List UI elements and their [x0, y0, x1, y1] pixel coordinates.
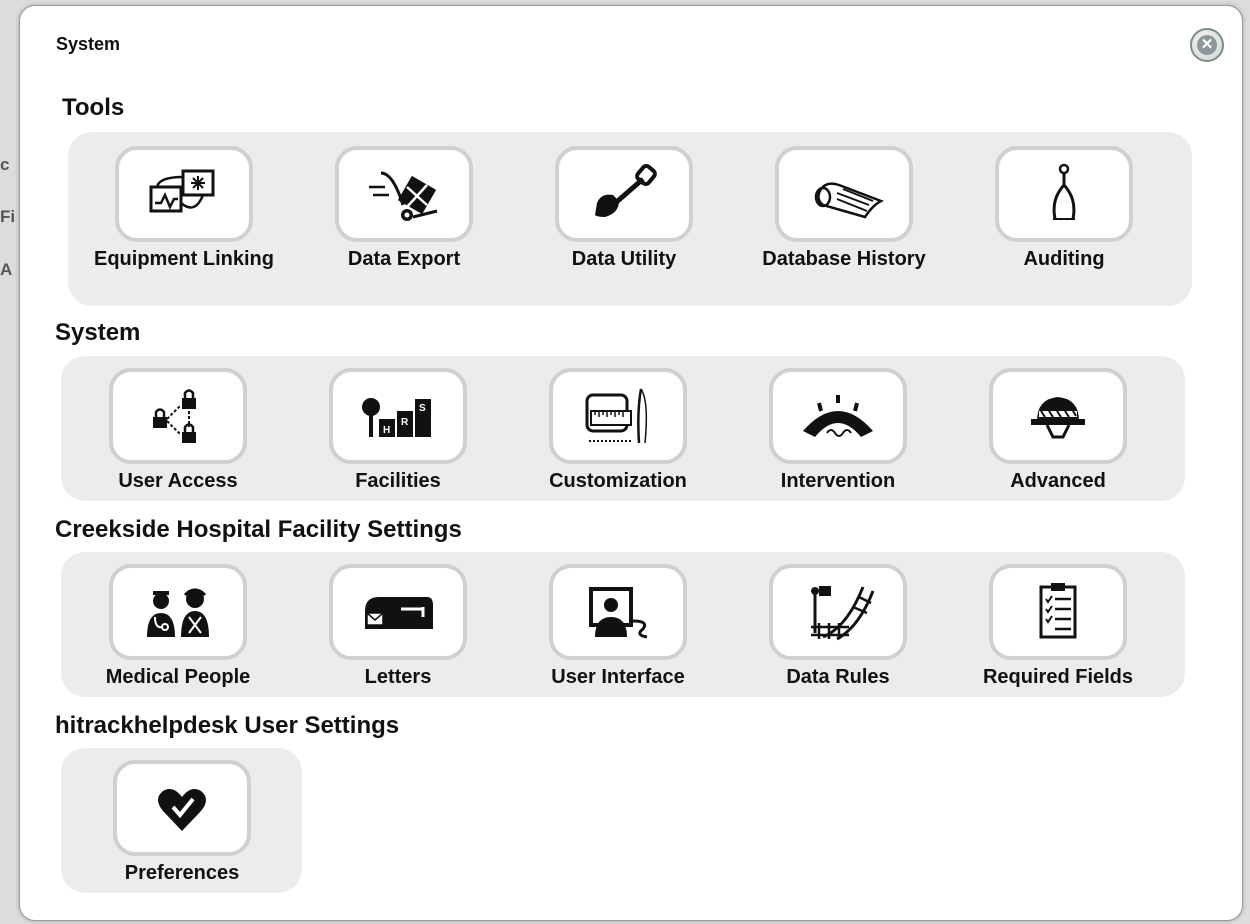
system-dialog: System ✕ Tools Equipment Linking Data Ex… — [19, 5, 1243, 921]
tile-data-utility[interactable]: Data Utility — [514, 146, 734, 286]
tile-label: Equipment Linking — [94, 248, 274, 270]
tools-panel: Equipment Linking Data Export Data Utili… — [68, 132, 1192, 306]
tile-user-interface[interactable]: User Interface — [508, 564, 728, 704]
background-text-fragment: A — [0, 260, 13, 279]
tile-label: Facilities — [355, 470, 441, 492]
tile-label: Data Utility — [571, 248, 677, 270]
background-text-fragment: Fi — [0, 207, 16, 226]
tile-label: Data Export — [347, 248, 461, 270]
tile-medical-people[interactable]: Medical People — [68, 564, 288, 704]
tile-facilities[interactable]: H R S Facilities — [288, 368, 508, 508]
section-heading-tools: Tools — [62, 94, 125, 121]
buildings-icon: H R S — [329, 368, 467, 464]
tile-label: Preferences — [124, 862, 240, 884]
checklist-clipboard-icon — [989, 564, 1127, 660]
close-button[interactable]: ✕ — [1190, 28, 1224, 62]
bridge-icon — [769, 368, 907, 464]
tile-user-access[interactable]: User Access — [68, 368, 288, 508]
tile-label: User Interface — [551, 666, 685, 688]
section-heading-user-settings: hitrackhelpdesk User Settings — [55, 712, 400, 739]
tile-advanced[interactable]: Advanced — [948, 368, 1168, 508]
data-export-icon — [335, 146, 473, 242]
locks-network-icon — [109, 368, 247, 464]
equipment-linking-icon — [115, 146, 253, 242]
tile-auditing[interactable]: Auditing — [954, 146, 1174, 286]
user-settings-panel: Preferences — [61, 748, 302, 893]
tile-label: Medical People — [105, 666, 251, 688]
scroll-icon — [775, 146, 913, 242]
background-text-fragment: c — [0, 155, 10, 174]
tile-label: Required Fields — [982, 666, 1134, 688]
tile-preferences[interactable]: Preferences — [72, 760, 292, 900]
tile-customization[interactable]: Customization — [508, 368, 728, 508]
shovel-icon — [555, 146, 693, 242]
tile-label: Database History — [762, 248, 926, 270]
close-icon: ✕ — [1197, 35, 1217, 55]
tile-label: Advanced — [1010, 470, 1106, 492]
tile-letters[interactable]: Letters — [288, 564, 508, 704]
svg-text:R: R — [401, 417, 409, 428]
heart-check-icon — [113, 760, 251, 856]
mailbox-icon — [329, 564, 467, 660]
tile-equipment-linking[interactable]: Equipment Linking — [74, 146, 294, 286]
section-heading-facility-settings: Creekside Hospital Facility Settings — [55, 516, 462, 543]
system-panel: User Access H R S Facilities Customizati… — [61, 356, 1185, 501]
railway-switch-icon — [769, 564, 907, 660]
svg-text:S: S — [419, 403, 426, 414]
facility-settings-panel: Medical People Letters User Interface Da… — [61, 552, 1185, 697]
tile-label: Data Rules — [786, 666, 890, 688]
tile-label: Customization — [549, 470, 687, 492]
tile-label: Letters — [364, 666, 432, 688]
tile-database-history[interactable]: Database History — [734, 146, 954, 286]
tape-measure-needle-icon — [549, 368, 687, 464]
dialog-title: System — [56, 34, 121, 54]
tile-label: Auditing — [1023, 248, 1105, 270]
svg-text:H: H — [383, 425, 390, 436]
tile-data-rules[interactable]: Data Rules — [728, 564, 948, 704]
calipers-icon — [995, 146, 1133, 242]
tile-required-fields[interactable]: Required Fields — [948, 564, 1168, 704]
tile-data-export[interactable]: Data Export — [294, 146, 514, 286]
tile-label: User Access — [118, 470, 238, 492]
user-screen-icon — [549, 564, 687, 660]
tile-intervention[interactable]: Intervention — [728, 368, 948, 508]
medical-people-icon — [109, 564, 247, 660]
section-heading-system: System — [55, 319, 141, 346]
tile-label: Intervention — [780, 470, 896, 492]
hard-hat-icon — [989, 368, 1127, 464]
